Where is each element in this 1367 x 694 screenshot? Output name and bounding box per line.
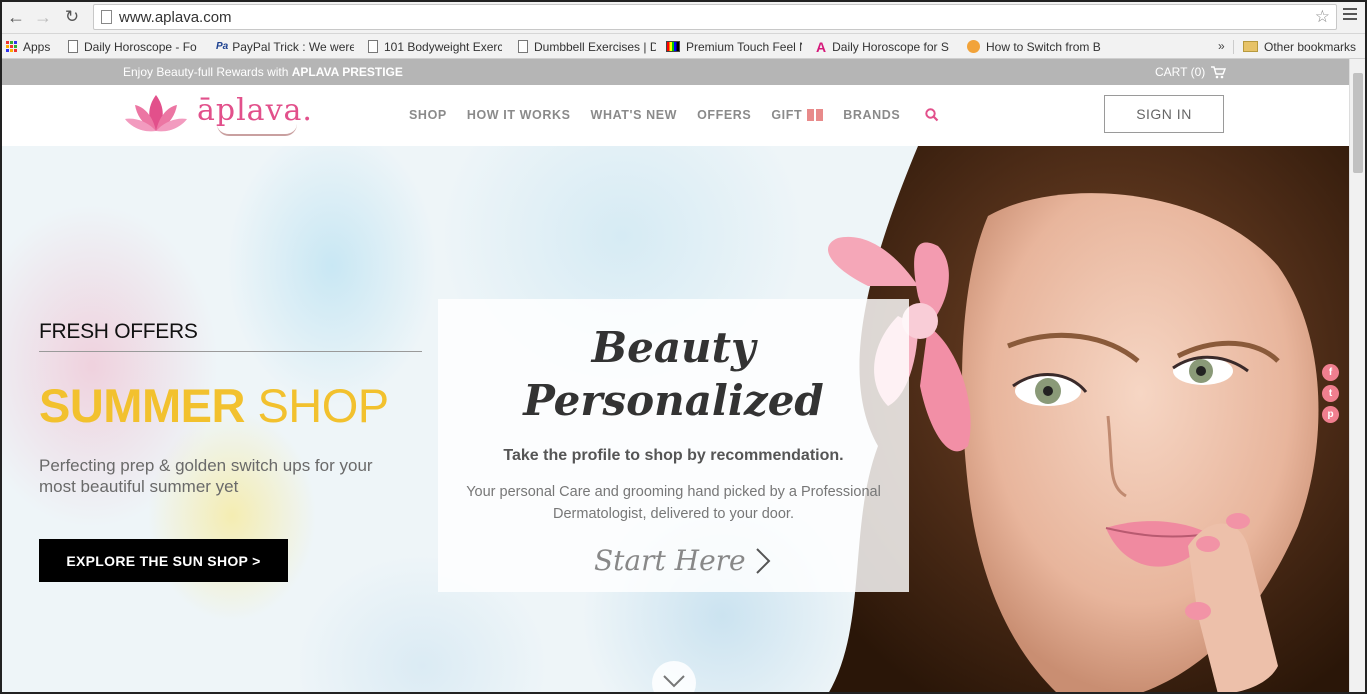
bookmark-label: How to Switch from B (986, 39, 1101, 54)
hero-banner: FRESH OFFERS SUMMER SHOP Perfecting prep… (2, 146, 1349, 694)
url-text[interactable]: www.aplava.com (119, 9, 232, 26)
page-icon (68, 40, 78, 53)
fresh-offers-label: FRESH OFFERS (39, 320, 198, 343)
bookmarks-bar: Apps Daily Horoscope - Fo Pa PayPal Tric… (0, 34, 1367, 59)
scroll-down-button[interactable] (652, 661, 696, 694)
pinterest-icon[interactable]: p (1322, 406, 1339, 423)
site-header: āplava. SHOP HOW IT WORKS WHAT'S NEW OFF… (2, 85, 1349, 146)
promo-highlight: APLAVA PRESTIGE (291, 65, 403, 79)
bookmark-label: PayPal Trick : We were (232, 39, 354, 54)
explore-sun-shop-button[interactable]: EXPLORE THE SUN SHOP > (39, 539, 288, 582)
nav-shop[interactable]: SHOP (409, 108, 447, 122)
nav-gift[interactable]: GIFT (771, 108, 824, 122)
search-icon[interactable] (924, 107, 940, 123)
hero-subtitle: Perfecting prep & golden switch ups for … (39, 456, 373, 496)
paypal-icon: Pa (216, 41, 229, 52)
headline-rest: SHOP (244, 379, 389, 432)
promo-bar: Enjoy Beauty-full Rewards with APLAVA PR… (2, 59, 1349, 85)
back-arrow-icon[interactable]: ← (6, 6, 26, 28)
chevron-down-icon (663, 675, 685, 688)
facebook-icon[interactable]: f (1322, 364, 1339, 381)
social-links: f t p (1322, 364, 1340, 427)
folder-icon (1243, 41, 1258, 52)
site-logo[interactable]: āplava. (123, 91, 312, 139)
nav-brands[interactable]: BRANDS (843, 108, 900, 122)
promo-text[interactable]: Enjoy Beauty-full Rewards with APLAVA PR… (123, 65, 403, 79)
browser-menu-icon[interactable] (1343, 8, 1357, 24)
card-subtitle: Take the profile to shop by recommendati… (503, 447, 844, 464)
reload-icon[interactable]: ↻ (62, 6, 82, 28)
forward-arrow-icon[interactable]: → (33, 6, 53, 28)
gift-icon (807, 109, 824, 121)
bookmark-label: Daily Horoscope - Fo (84, 39, 197, 54)
bookmark-item[interactable]: Premium Touch Feel N (666, 38, 802, 55)
start-here-link[interactable]: Start Here (594, 544, 772, 577)
bookmark-item[interactable]: Dumbbell Exercises | D (518, 38, 656, 55)
bookmarks-divider (1233, 40, 1234, 54)
twitter-icon[interactable]: t (1322, 385, 1339, 402)
summer-shop-headline: SUMMER SHOP (39, 378, 389, 433)
headline-bold: SUMMER (39, 379, 245, 432)
apps-grid-icon (6, 40, 18, 53)
logo-swoosh (217, 124, 297, 136)
swirl-icon (967, 40, 980, 53)
bookmark-item[interactable]: 101 Bodyweight Exerc (368, 38, 502, 55)
beauty-personalized-card: Beauty Personalized Take the profile to … (438, 299, 909, 592)
card-title-line2: Personalized (523, 376, 824, 425)
bookmark-item[interactable]: Pa PayPal Trick : We were (216, 38, 354, 55)
bookmark-label: Apps (23, 39, 51, 54)
page-icon (518, 40, 528, 53)
other-bookmarks-label: Other bookmarks (1264, 39, 1357, 54)
more-bookmarks-chevron-icon[interactable]: » (1218, 39, 1225, 53)
page-icon (101, 10, 112, 24)
sign-in-button[interactable]: SIGN IN (1104, 95, 1224, 133)
start-here-label: Start Here (594, 544, 746, 577)
promo-message: Enjoy Beauty-full Rewards with (123, 65, 292, 79)
page-scrollbar[interactable] (1349, 59, 1365, 694)
lotus-icon (125, 95, 187, 132)
bookmark-item[interactable]: A Daily Horoscope for S (816, 38, 954, 55)
logo-wordmark: āplava. (197, 93, 313, 128)
card-description: Your personal Care and grooming hand pic… (466, 484, 881, 522)
a-logo-icon: A (816, 38, 827, 55)
cart-link[interactable]: CART (0) (1155, 65, 1227, 79)
nav-how-it-works[interactable]: HOW IT WORKS (467, 108, 571, 122)
bookmark-star-icon[interactable]: ☆ (1315, 7, 1330, 27)
cart-icon (1211, 65, 1227, 78)
nav-gift-label: GIFT (771, 108, 803, 122)
bookmark-label: Daily Horoscope for S (832, 39, 949, 54)
card-title-line1: Beauty (591, 323, 756, 372)
nav-offers[interactable]: OFFERS (697, 108, 751, 122)
cart-label: CART (0) (1155, 65, 1206, 79)
other-bookmarks[interactable]: Other bookmarks (1243, 38, 1361, 55)
bookmark-label: Premium Touch Feel N (686, 39, 802, 54)
chevron-right-icon (755, 547, 771, 574)
bookmark-item[interactable]: How to Switch from B (967, 38, 1103, 55)
scrollbar-thumb[interactable] (1353, 73, 1363, 173)
bookmark-label: 101 Bodyweight Exerc (384, 39, 502, 54)
bookmark-item[interactable]: Daily Horoscope - Fo (68, 38, 202, 55)
page-icon (368, 40, 378, 53)
address-bar[interactable]: www.aplava.com ☆ (93, 4, 1337, 30)
bookmark-apps[interactable]: Apps (6, 38, 66, 55)
bookmark-label: Dumbbell Exercises | D (534, 39, 656, 54)
browser-toolbar: ← → ↻ www.aplava.com ☆ (0, 0, 1367, 34)
nav-whats-new[interactable]: WHAT'S NEW (591, 108, 678, 122)
divider (39, 351, 422, 352)
main-nav: SHOP HOW IT WORKS WHAT'S NEW OFFERS GIFT… (409, 108, 920, 122)
tv-icon (666, 41, 680, 52)
card-title: Beauty Personalized (438, 321, 909, 427)
